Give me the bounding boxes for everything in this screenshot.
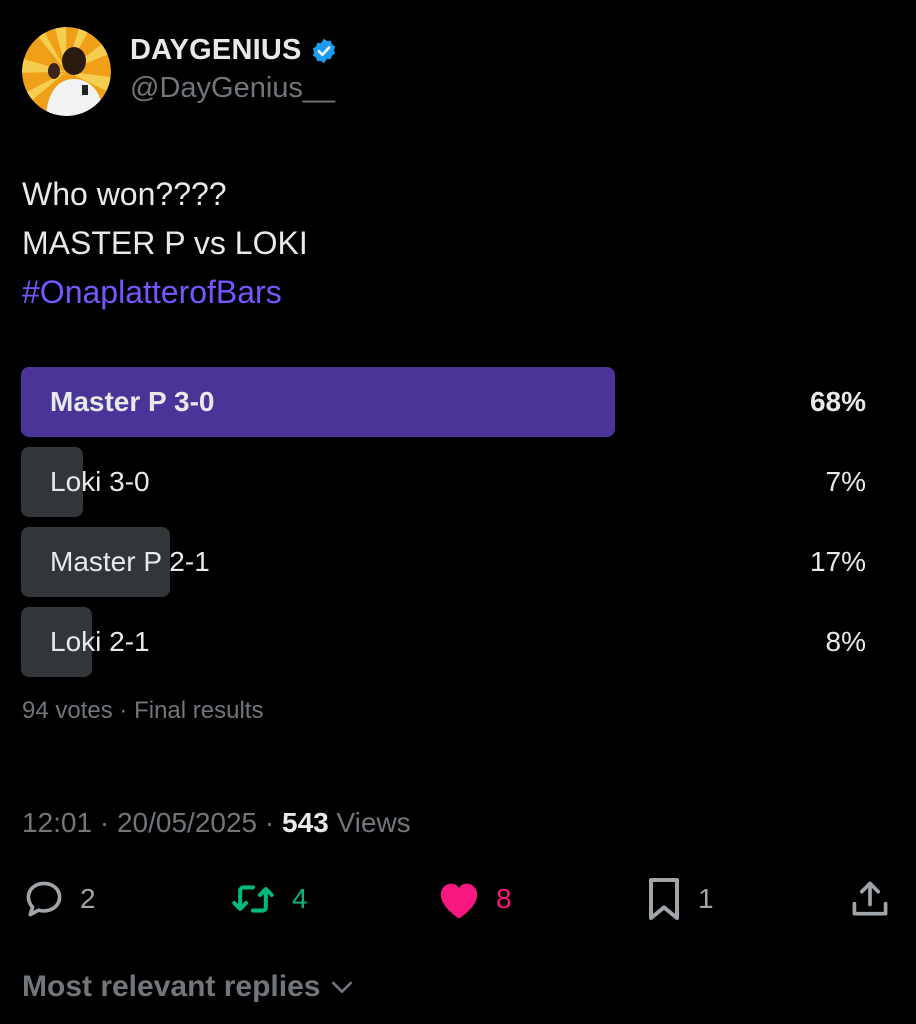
poll-option: Master P 2-1 17%: [21, 527, 866, 597]
poll-option-label: Master P 2-1: [50, 546, 210, 577]
bookmark-icon: [649, 878, 679, 920]
chevron-down-icon: [332, 981, 353, 993]
like-count: 8: [496, 883, 512, 914]
tweet-text: Who won???? MASTER P vs LOKI #Onaplatter…: [22, 170, 308, 317]
poll-option-percent: 17%: [809, 546, 866, 577]
poll-option-percent: 8%: [825, 626, 866, 657]
bookmark-button[interactable]: 1: [644, 877, 714, 921]
poll-option-label: Loki 3-0: [50, 466, 150, 497]
poll-votes: 94 votes: [22, 697, 113, 724]
poll-option: Master P 3-0 68%: [21, 367, 866, 437]
tweet-line: Who won????: [22, 176, 227, 212]
poll-meta: 94 votes · Final results: [22, 697, 263, 725]
poll-option: Loki 2-1 8%: [21, 607, 866, 677]
reply-icon: [26, 881, 62, 917]
replies-sort-dropdown[interactable]: Most relevant replies: [22, 970, 356, 1004]
poll-option-label: Master P 3-0: [50, 386, 215, 417]
tweet-time[interactable]: 12:01: [22, 807, 92, 838]
reply-button[interactable]: 2: [22, 877, 96, 921]
poll-option-percent: 7%: [825, 466, 866, 497]
separator-dot: ·: [99, 807, 117, 838]
verified-badge-icon: [310, 37, 338, 65]
author-name-row[interactable]: DAYGENIUS: [130, 34, 338, 67]
views-label[interactable]: Views: [337, 807, 411, 838]
hashtag-link[interactable]: #OnaplatterofBars: [22, 268, 308, 317]
share-button[interactable]: [848, 877, 892, 921]
poll-option: Loki 3-0 7%: [21, 447, 866, 517]
heart-icon: [440, 883, 478, 919]
author-display-name[interactable]: DAYGENIUS: [130, 34, 302, 67]
repost-count: 4: [292, 883, 308, 914]
views-count[interactable]: 543: [282, 807, 329, 838]
poll-status: Final results: [134, 697, 264, 724]
poll-option-label: Loki 2-1: [50, 626, 150, 657]
author-handle[interactable]: @DayGenius__: [130, 72, 335, 105]
repost-button[interactable]: 4: [228, 877, 308, 921]
avatar[interactable]: [22, 27, 111, 116]
avatar-image: [22, 27, 111, 116]
timestamp-row: 12:01 · 20/05/2025 · 543 Views: [22, 807, 411, 839]
tweet-date[interactable]: 20/05/2025: [117, 807, 257, 838]
reply-count: 2: [80, 883, 96, 914]
replies-sort-label: Most relevant replies: [22, 970, 321, 1003]
like-button[interactable]: 8: [436, 877, 512, 921]
bookmark-count: 1: [698, 883, 714, 914]
share-icon: [852, 881, 888, 916]
separator-dot: ·: [264, 807, 282, 838]
tweet-line: MASTER P vs LOKI: [22, 225, 308, 261]
poll-option-percent: 68%: [809, 386, 866, 417]
repost-icon: [232, 885, 274, 913]
separator-dot: ·: [119, 697, 135, 724]
